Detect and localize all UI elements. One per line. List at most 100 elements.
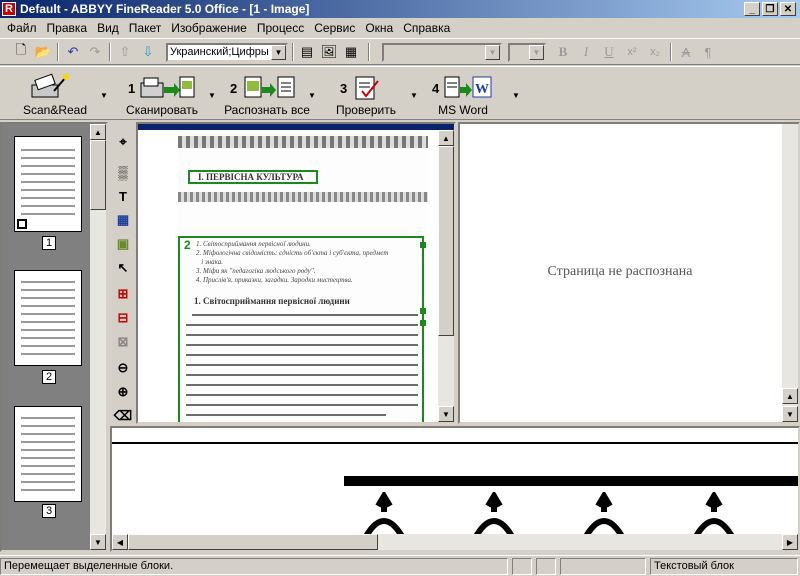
- previous-page-icon[interactable]: ⇧: [114, 42, 136, 62]
- chevron-down-icon[interactable]: ▼: [271, 45, 286, 60]
- page-thumbnail-3[interactable]: [14, 406, 82, 502]
- zoom-pane[interactable]: ◀ ▶: [110, 426, 800, 552]
- menu-process[interactable]: Процесс: [252, 21, 309, 35]
- scroll-down-icon[interactable]: ▼: [438, 406, 454, 422]
- image-scrollbar[interactable]: ▲ ▼: [438, 130, 454, 422]
- menu-batch[interactable]: Пакет: [124, 21, 166, 35]
- chevron-down-icon[interactable]: ▼: [208, 91, 216, 100]
- ornament-border: [178, 192, 428, 202]
- spell-icon[interactable]: A: [675, 42, 697, 62]
- scroll-up-icon[interactable]: ▲: [438, 130, 454, 146]
- text-window-icon[interactable]: ▤: [296, 42, 318, 62]
- step-number: 3: [340, 81, 348, 96]
- language-value: Украинский;Цифры: [170, 46, 269, 58]
- ornament-band: [344, 476, 798, 486]
- menu-edit[interactable]: Правка: [42, 21, 93, 35]
- scroll-up-icon[interactable]: ▲: [782, 388, 798, 404]
- status-panel: [512, 558, 532, 575]
- eraser-icon[interactable]: ⌫: [113, 406, 133, 426]
- scroll-right-icon[interactable]: ▶: [782, 534, 798, 550]
- ornament-line: [112, 442, 798, 444]
- superscript-button[interactable]: x²: [621, 42, 643, 62]
- status-hint: Перемещает выделенные блоки.: [0, 558, 508, 575]
- scan-label: Сканировать: [126, 103, 198, 117]
- scroll-down-icon[interactable]: ▼: [90, 534, 106, 550]
- text-block-heading[interactable]: І. ПЕРВІСНА КУЛЬТУРА: [188, 170, 318, 184]
- minimize-button[interactable]: _: [744, 2, 760, 16]
- scroll-down-icon[interactable]: ▼: [782, 406, 798, 422]
- image-window-icon[interactable]: 🖼: [318, 42, 340, 62]
- zoom-hscrollbar[interactable]: ◀ ▶: [112, 534, 798, 550]
- pilcrow-icon[interactable]: ¶: [697, 42, 719, 62]
- heading-text: І. ПЕРВІСНА КУЛЬТУРА: [198, 172, 304, 182]
- toolbar-separator: [670, 43, 672, 61]
- next-page-icon[interactable]: ⇩: [137, 42, 159, 62]
- select-area-icon[interactable]: ⌖: [113, 132, 133, 152]
- underline-button[interactable]: U: [598, 42, 620, 62]
- close-button[interactable]: ✕: [780, 2, 796, 16]
- scroll-thumb[interactable]: [128, 534, 378, 550]
- scan-button[interactable]: 1 Сканировать: [122, 69, 202, 119]
- text-block-main[interactable]: 2 1. Світосприймання первісної людини. 2.…: [178, 236, 426, 422]
- scanned-page-image: І. ПЕРВІСНА КУЛЬТУРА 2 1. Світосприйманн…: [178, 132, 428, 422]
- image-tools-strip: ⌖ ▒ T ▦ ▣ ↖ ⊞ ⊟ ⊠ ⊖ ⊕ ⌫: [110, 122, 136, 423]
- toolbar-separator: [292, 43, 294, 61]
- ornament-border: [178, 136, 428, 148]
- image-pane[interactable]: І. ПЕРВІСНА КУЛЬТУРА 2 1. Світосприйманн…: [136, 122, 456, 424]
- scroll-thumb[interactable]: [438, 146, 454, 336]
- chevron-down-icon[interactable]: ▼: [485, 45, 500, 60]
- text-scrollbar[interactable]: ▲ ▼: [782, 124, 798, 422]
- section-title: 1. Світосприймання первісної людини: [194, 296, 350, 306]
- menu-view[interactable]: Вид: [92, 21, 124, 35]
- new-document-icon[interactable]: 🗋: [10, 42, 32, 62]
- subscript-button[interactable]: x₂: [644, 42, 666, 62]
- table-block-icon[interactable]: ▦: [113, 210, 133, 230]
- scroll-left-icon[interactable]: ◀: [112, 534, 128, 550]
- redo-icon[interactable]: ↷: [84, 42, 106, 62]
- menu-service[interactable]: Сервис: [309, 21, 360, 35]
- menu-windows[interactable]: Окна: [360, 21, 398, 35]
- recognized-text-pane[interactable]: Страница не распознана ▲ ▼: [458, 122, 800, 424]
- chevron-down-icon[interactable]: ▼: [512, 91, 520, 100]
- ms-word-button[interactable]: 4 W MS Word: [428, 69, 498, 119]
- pointer-icon[interactable]: ↖: [113, 258, 133, 278]
- font-select[interactable]: ▼: [382, 43, 502, 62]
- page-thumbnail-1[interactable]: [14, 136, 82, 232]
- menu-help[interactable]: Справка: [398, 21, 455, 35]
- chevron-down-icon[interactable]: ▼: [410, 91, 418, 100]
- scroll-thumb[interactable]: [90, 140, 106, 210]
- italic-button[interactable]: I: [575, 42, 597, 62]
- app-icon[interactable]: R: [2, 2, 16, 16]
- chevron-down-icon[interactable]: ▼: [100, 91, 108, 100]
- language-select[interactable]: Украинский;Цифры ▼: [166, 43, 288, 62]
- status-bar: Перемещает выделенные блоки. Текстовый б…: [0, 555, 800, 576]
- toolbar-separator: [57, 43, 59, 61]
- recognize-icon: [244, 76, 295, 98]
- restore-button[interactable]: ❐: [762, 2, 778, 16]
- undo-icon[interactable]: ↶: [62, 42, 84, 62]
- document-window-icon[interactable]: ▦: [340, 42, 362, 62]
- bold-button[interactable]: B: [552, 42, 574, 62]
- menu-image[interactable]: Изображение: [166, 21, 252, 35]
- add-block-icon[interactable]: ⊞: [113, 284, 133, 304]
- thumbnails-scrollbar[interactable]: ▲ ▼: [90, 124, 106, 550]
- chevron-down-icon[interactable]: ▼: [308, 91, 316, 100]
- recognize-all-button[interactable]: 2 Распознать все: [224, 69, 310, 119]
- status-panel: [560, 558, 646, 575]
- scan-read-label: Scan&Read: [22, 103, 88, 117]
- menu-file[interactable]: Файл: [2, 21, 42, 35]
- zoom-in-icon[interactable]: ⊕: [113, 382, 133, 402]
- page-thumbnail-2[interactable]: [14, 270, 82, 366]
- scan-read-button[interactable]: Scan&Read: [18, 69, 92, 119]
- check-button[interactable]: 3 Проверить: [334, 69, 398, 119]
- open-folder-icon[interactable]: 📂: [32, 42, 54, 62]
- picture-block-icon[interactable]: ▣: [113, 234, 133, 254]
- scroll-up-icon[interactable]: ▲: [90, 124, 106, 140]
- font-size-select[interactable]: ▼: [508, 43, 546, 62]
- chevron-down-icon[interactable]: ▼: [529, 45, 544, 60]
- recognition-area-icon[interactable]: ▒: [113, 162, 133, 182]
- delete-block-icon[interactable]: ⊠: [113, 332, 133, 352]
- zoom-out-icon[interactable]: ⊖: [113, 358, 133, 378]
- cut-block-icon[interactable]: ⊟: [113, 308, 133, 328]
- text-block-icon[interactable]: T: [113, 186, 133, 206]
